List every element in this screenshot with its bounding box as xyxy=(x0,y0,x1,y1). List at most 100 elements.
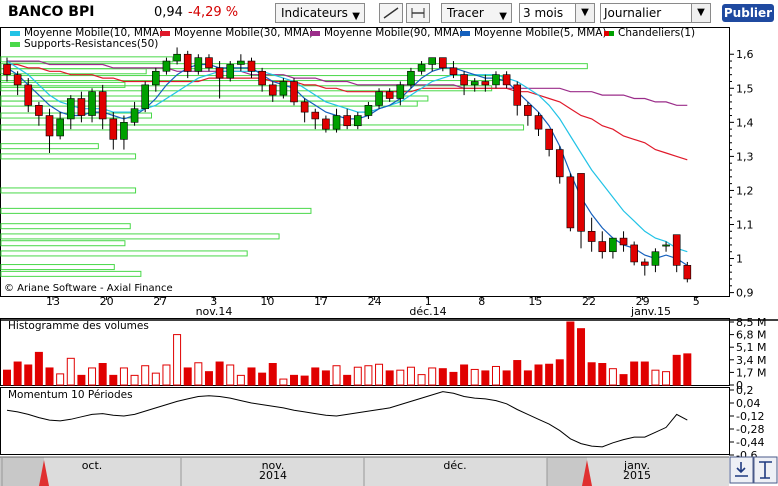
candle-body xyxy=(513,84,522,106)
candle-body xyxy=(237,60,245,65)
candle-body xyxy=(66,98,75,120)
volume-bar xyxy=(566,321,575,386)
x-axis-day-label: 27 xyxy=(153,295,167,308)
candle-body xyxy=(279,81,288,96)
volume-bar xyxy=(162,364,171,386)
candle-body xyxy=(109,118,118,140)
volume-bar xyxy=(353,366,362,386)
volume-bar xyxy=(130,374,139,386)
volume-bar xyxy=(290,374,299,386)
timeline-window-2 xyxy=(587,457,729,486)
candle-body xyxy=(651,251,660,266)
volume-bar xyxy=(226,364,235,386)
volume-bar xyxy=(183,367,192,386)
volume-bar xyxy=(683,353,692,386)
volume-bar xyxy=(619,374,628,386)
volume-bar xyxy=(470,368,479,386)
candle-body xyxy=(640,261,649,266)
volume-bar xyxy=(119,367,128,386)
volume-bar xyxy=(608,368,617,386)
volume-bar xyxy=(481,370,490,386)
candle-body xyxy=(364,105,373,116)
price-axis-label: 1,1 xyxy=(736,218,754,231)
candle-body xyxy=(24,84,33,106)
volume-bar xyxy=(449,371,458,386)
candle-body xyxy=(205,57,213,69)
volume-bar xyxy=(375,363,384,386)
volume-bar xyxy=(672,354,681,386)
price-axis-label: 0,9 xyxy=(736,287,754,300)
volume-bar xyxy=(258,372,267,386)
x-axis-day-label: 24 xyxy=(368,295,382,308)
volume-bar xyxy=(300,375,309,386)
candle-body xyxy=(619,237,628,246)
momentum-axis-label: 0,04 xyxy=(736,397,761,410)
candle-body xyxy=(672,234,681,266)
candle-body xyxy=(545,128,553,150)
volume-axis-label: 5,1 M xyxy=(736,341,766,354)
volume-bar xyxy=(651,369,660,386)
candle-body xyxy=(470,81,479,86)
volume-bar xyxy=(513,360,522,386)
legend-mm90[interactable]: Moyenne Mobile(90, MMA) xyxy=(310,27,463,39)
candle-body xyxy=(35,105,43,116)
volume-bar xyxy=(77,374,86,386)
volume-title: Histogramme des volumes xyxy=(8,320,149,332)
candle-body xyxy=(120,122,128,140)
volume-axis-label: 8,5 M xyxy=(736,316,766,329)
candle-body xyxy=(268,84,277,96)
chart-area[interactable]: 1,6 1,5 1,4 1,3 1,2 1,1 1 0,9 © Ariane Software … xyxy=(0,0,778,486)
volume-bar xyxy=(587,362,596,386)
candle-body xyxy=(141,84,149,110)
candle-body xyxy=(332,115,341,130)
volume-bar xyxy=(247,367,256,386)
timeline-gap xyxy=(547,457,587,486)
candle-body xyxy=(449,67,458,75)
legend-mm5[interactable]: Moyenne Mobile(5, MMA) xyxy=(460,27,607,39)
volume-axis-label: 3,4 M xyxy=(736,354,766,367)
volume-bar xyxy=(406,366,415,386)
volume-bar xyxy=(662,371,671,386)
candle-body xyxy=(322,118,330,130)
x-axis-day-label: 5 xyxy=(693,295,700,308)
volume-bar xyxy=(502,370,511,386)
legend-mm30[interactable]: Moyenne Mobile(30, MMA) xyxy=(160,27,313,39)
legend-candles[interactable]: Chandeliers(1) xyxy=(604,27,695,39)
candle-body xyxy=(247,60,256,72)
x-axis-day-label: 15 xyxy=(528,295,542,308)
volume-bar xyxy=(385,370,394,386)
candle-body xyxy=(258,70,266,86)
legend-sr[interactable]: Supports-Resistances(50) xyxy=(10,38,158,50)
price-axis-label: 1,6 xyxy=(736,48,754,61)
volume-axis-label: 1,7 M xyxy=(736,366,766,379)
price-axis-label: 1,4 xyxy=(736,116,754,129)
candle-body xyxy=(555,149,564,178)
volume-bar xyxy=(534,364,543,386)
x-axis-month-label: déc.14 xyxy=(409,305,446,318)
candle-body xyxy=(45,115,54,137)
candle-body xyxy=(577,173,585,232)
candle-body xyxy=(215,67,224,79)
candle-body xyxy=(407,70,415,86)
volume-bar xyxy=(204,371,213,386)
volume-bar xyxy=(151,372,160,386)
volume-bar xyxy=(417,374,426,386)
volume-axis-label: 6,8 M xyxy=(736,329,766,342)
x-axis-day-label: 20 xyxy=(100,295,114,308)
candle-body xyxy=(130,108,139,123)
candle-body xyxy=(598,241,607,253)
candle-body xyxy=(300,101,309,113)
volume-bar xyxy=(173,334,182,386)
volume-bar xyxy=(268,363,277,386)
x-axis-month-label: nov.14 xyxy=(196,305,233,318)
candle-body xyxy=(630,244,638,263)
candle-body xyxy=(534,115,543,130)
candle-body xyxy=(56,118,64,137)
candle-body xyxy=(396,84,405,99)
timeline-label: oct. xyxy=(82,459,103,472)
candle-body xyxy=(162,60,171,72)
candle-body xyxy=(152,70,160,86)
momentum-axis-label: -0,28 xyxy=(736,423,764,436)
volume-bar xyxy=(577,328,586,386)
momentum-title: Momentum 10 Périodes xyxy=(8,389,133,401)
